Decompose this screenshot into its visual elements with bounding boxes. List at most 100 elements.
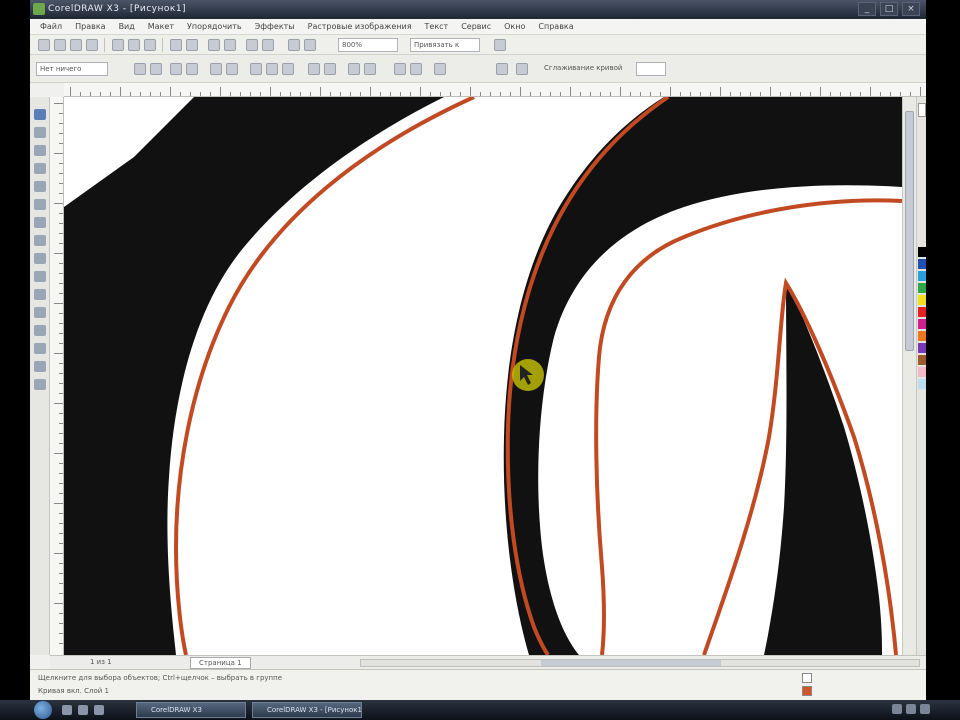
elastic-mode-icon[interactable] <box>496 63 508 75</box>
auto-close-icon[interactable] <box>364 63 376 75</box>
interactive-fill-tool-icon[interactable] <box>34 379 46 390</box>
page-tab[interactable]: Страница 1 <box>190 657 251 669</box>
export-icon[interactable] <box>224 39 236 51</box>
palette-swatch-orange[interactable] <box>918 331 926 341</box>
menu-effects[interactable]: Эффекты <box>255 22 295 31</box>
rectangle-tool-icon[interactable] <box>34 217 46 228</box>
select-all-nodes-icon[interactable] <box>516 63 528 75</box>
menu-arrange[interactable]: Упорядочить <box>187 22 242 31</box>
palette-swatch-purple[interactable] <box>918 343 926 353</box>
vertical-scrollbar[interactable] <box>902 97 916 655</box>
menu-text[interactable]: Текст <box>425 22 449 31</box>
polygon-tool-icon[interactable] <box>34 253 46 264</box>
smooth-node-icon[interactable] <box>266 63 278 75</box>
join-nodes-icon[interactable] <box>170 63 182 75</box>
reverse-direction-icon[interactable] <box>308 63 320 75</box>
menu-view[interactable]: Вид <box>119 22 135 31</box>
add-node-icon[interactable] <box>134 63 146 75</box>
show-desktop-icon[interactable] <box>62 705 72 715</box>
interactive-blend-tool-icon[interactable] <box>34 307 46 318</box>
menu-tools[interactable]: Сервис <box>461 22 491 31</box>
palette-swatch-yellow[interactable] <box>918 295 926 305</box>
palette-swatch-pink[interactable] <box>918 367 926 377</box>
pan-tool-icon[interactable] <box>304 39 316 51</box>
fill-color-indicator[interactable] <box>802 673 812 683</box>
curve-smoothing-field[interactable] <box>636 62 666 76</box>
palette-swatch-blue[interactable] <box>918 259 926 269</box>
stretch-nodes-icon[interactable] <box>394 63 406 75</box>
preset-dropdown[interactable]: Нет ничего <box>36 62 108 76</box>
palette-swatch-white[interactable] <box>918 103 926 117</box>
fill-tool-icon[interactable] <box>34 361 46 372</box>
rotate-nodes-icon[interactable] <box>410 63 422 75</box>
convert-to-line-icon[interactable] <box>210 63 222 75</box>
symmetrical-node-icon[interactable] <box>282 63 294 75</box>
zoom-level-dropdown[interactable]: 800% <box>338 38 398 52</box>
close-button[interactable]: × <box>902 2 920 16</box>
menu-window[interactable]: Окно <box>504 22 525 31</box>
vertical-scrollbar-thumb[interactable] <box>905 111 914 351</box>
crop-tool-icon[interactable] <box>34 145 46 156</box>
text-tool-icon[interactable] <box>34 289 46 300</box>
palette-swatch-light-blue[interactable] <box>918 379 926 389</box>
menu-help[interactable]: Справка <box>538 22 573 31</box>
application-launcher-icon[interactable] <box>246 39 258 51</box>
volume-icon[interactable] <box>906 704 916 714</box>
drawing-canvas[interactable] <box>64 97 902 655</box>
break-curve-icon[interactable] <box>186 63 198 75</box>
browser-icon[interactable] <box>78 705 88 715</box>
new-document-icon[interactable] <box>38 39 50 51</box>
basic-shapes-tool-icon[interactable] <box>34 271 46 282</box>
open-icon[interactable] <box>54 39 66 51</box>
copy-icon[interactable] <box>128 39 140 51</box>
horizontal-scrollbar[interactable] <box>360 659 920 667</box>
snap-to-dropdown[interactable]: Привязать к <box>410 38 480 52</box>
shape-tool-icon[interactable] <box>34 127 46 138</box>
outline-tool-icon[interactable] <box>34 343 46 354</box>
palette-swatch-green[interactable] <box>918 283 926 293</box>
freehand-tool-icon[interactable] <box>34 181 46 192</box>
import-icon[interactable] <box>208 39 220 51</box>
maximize-button[interactable]: □ <box>880 2 898 16</box>
traced-bitmap-drawing[interactable] <box>64 97 902 655</box>
pick-tool-icon[interactable] <box>34 109 46 120</box>
menu-bitmaps[interactable]: Растровые изображения <box>308 22 412 31</box>
horizontal-scrollbar-thumb[interactable] <box>541 660 721 666</box>
palette-swatch-red[interactable] <box>918 307 926 317</box>
print-icon[interactable] <box>86 39 98 51</box>
align-nodes-icon[interactable] <box>434 63 446 75</box>
extract-subpath-icon[interactable] <box>348 63 360 75</box>
ellipse-tool-icon[interactable] <box>34 235 46 246</box>
palette-swatch-black[interactable] <box>918 247 926 257</box>
redo-icon[interactable] <box>186 39 198 51</box>
horizontal-ruler[interactable] <box>64 83 926 97</box>
smart-fill-tool-icon[interactable] <box>34 199 46 210</box>
minimize-button[interactable]: _ <box>858 2 876 16</box>
zoom-tool-icon[interactable] <box>34 163 46 174</box>
menu-file[interactable]: Файл <box>40 22 62 31</box>
outline-color-indicator[interactable] <box>802 686 812 696</box>
language-icon[interactable] <box>920 704 930 714</box>
eyedropper-tool-icon[interactable] <box>34 325 46 336</box>
extend-curve-icon[interactable] <box>324 63 336 75</box>
vertical-ruler[interactable] <box>50 97 64 655</box>
zoom-tool-icon[interactable] <box>288 39 300 51</box>
taskbar-item[interactable]: CorelDRAW X3 <box>136 702 246 718</box>
cut-icon[interactable] <box>112 39 124 51</box>
delete-node-icon[interactable] <box>150 63 162 75</box>
menu-layout[interactable]: Макет <box>148 22 174 31</box>
palette-swatch-magenta[interactable] <box>918 319 926 329</box>
save-icon[interactable] <box>70 39 82 51</box>
corel-online-icon[interactable] <box>262 39 274 51</box>
menu-edit[interactable]: Правка <box>75 22 105 31</box>
convert-to-curve-icon[interactable] <box>226 63 238 75</box>
network-icon[interactable] <box>892 704 902 714</box>
taskbar-item-active[interactable]: CorelDRAW X3 - [Рисунок1] <box>252 702 362 718</box>
options-icon[interactable] <box>494 39 506 51</box>
palette-swatch-cyan[interactable] <box>918 271 926 281</box>
windows-start-icon[interactable] <box>34 701 52 719</box>
undo-icon[interactable] <box>170 39 182 51</box>
media-player-icon[interactable] <box>94 705 104 715</box>
paste-icon[interactable] <box>144 39 156 51</box>
cusp-node-icon[interactable] <box>250 63 262 75</box>
